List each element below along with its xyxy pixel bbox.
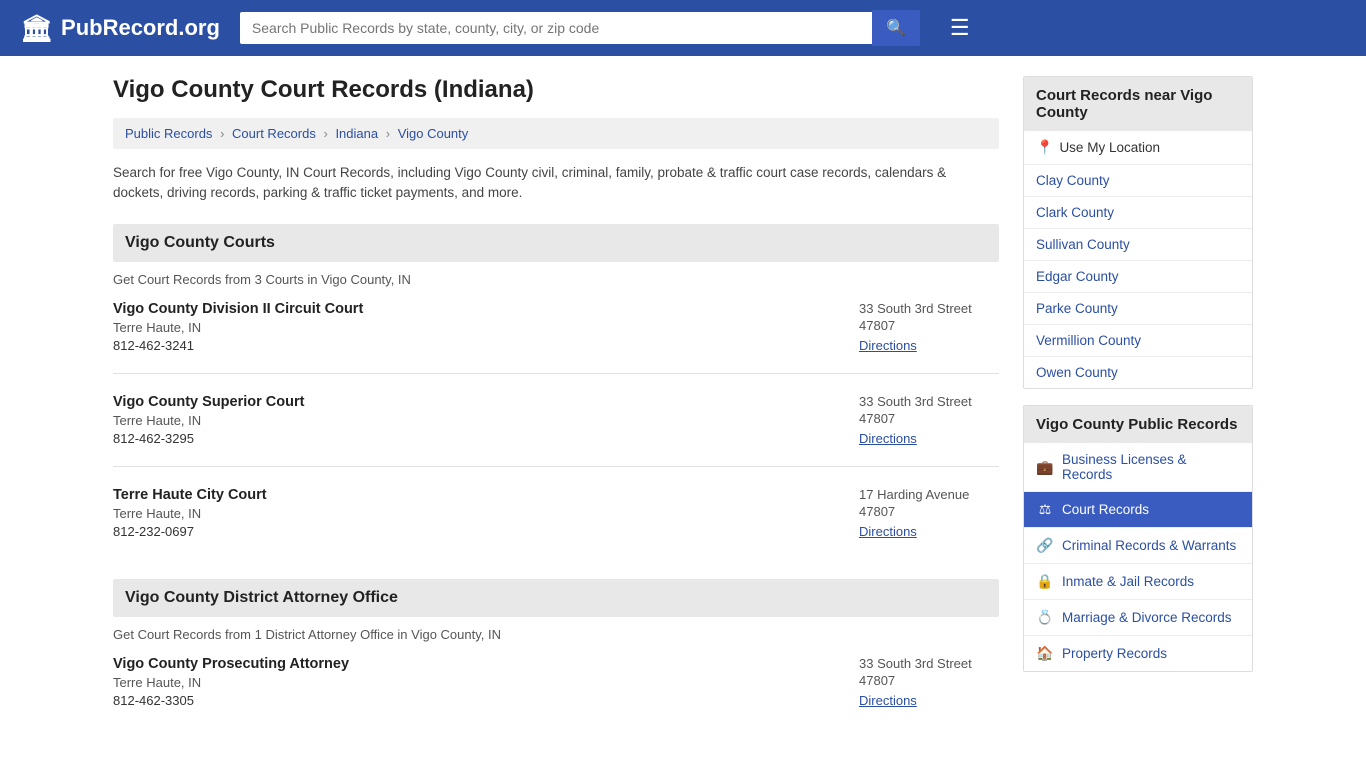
use-location-link[interactable]: 📍 Use My Location [1024,131,1252,165]
logo-text: PubRecord.org [61,15,220,41]
court-city: Terre Haute, IN [113,320,839,335]
search-icon: 🔍 [886,20,906,37]
use-location-label: Use My Location [1059,140,1160,155]
breadcrumb-sep-1: › [220,126,224,141]
pub-rec-item[interactable]: 🏠 Property Records [1024,636,1252,671]
page-title: Vigo County Court Records (Indiana) [113,76,999,104]
nearby-county-link[interactable]: Parke County [1024,293,1252,325]
pub-rec-item[interactable]: 💍 Marriage & Divorce Records [1024,600,1252,636]
breadcrumb-indiana[interactable]: Indiana [335,126,378,141]
court-phone: 812-232-0697 [113,524,839,539]
da-list: Vigo County Prosecuting Attorney Terre H… [113,656,999,728]
pub-rec-label: Property Records [1062,646,1167,661]
nearby-county-link[interactable]: Owen County [1024,357,1252,388]
court-right: 33 South 3rd Street 47807 Directions [839,301,999,353]
court-address: 33 South 3rd Street [859,394,999,409]
nearby-title: Court Records near Vigo County [1024,77,1252,131]
courts-section-desc: Get Court Records from 3 Courts in Vigo … [113,272,999,287]
directions-link[interactable]: Directions [859,338,917,353]
court-entry: Vigo County Superior Court Terre Haute, … [113,394,999,467]
court-phone: 812-462-3305 [113,693,839,708]
pub-rec-icon: 🔒 [1036,573,1054,590]
court-zip: 47807 [859,318,999,333]
court-city: Terre Haute, IN [113,506,839,521]
court-name: Terre Haute City Court [113,487,839,503]
location-icon: 📍 [1036,139,1053,156]
pub-rec-icon: 💍 [1036,609,1054,626]
court-address: 17 Harding Avenue [859,487,999,502]
court-entry: Terre Haute City Court Terre Haute, IN 8… [113,487,999,559]
pub-rec-icon: 🏠 [1036,645,1054,662]
nearby-county-link[interactable]: Clark County [1024,197,1252,229]
court-phone: 812-462-3241 [113,338,839,353]
nearby-county-link[interactable]: Vermillion County [1024,325,1252,357]
pub-rec-icon: ⚖ [1036,501,1054,518]
public-records-section: Vigo County Public Records 💼 Business Lic… [1023,405,1253,672]
pub-rec-label: Criminal Records & Warrants [1062,538,1236,553]
search-button[interactable]: 🔍 [872,10,920,46]
da-section-desc: Get Court Records from 1 District Attorn… [113,627,999,642]
court-left: Vigo County Division II Circuit Court Te… [113,301,839,353]
nearby-section: Court Records near Vigo County 📍 Use My … [1023,76,1253,389]
court-left: Terre Haute City Court Terre Haute, IN 8… [113,487,839,539]
breadcrumb-sep-2: › [323,126,327,141]
court-zip: 47807 [859,504,999,519]
menu-icon: ☰ [950,15,970,40]
pub-rec-item[interactable]: ⚖ Court Records [1024,492,1252,528]
court-name: Vigo County Division II Circuit Court [113,301,839,317]
menu-button[interactable]: ☰ [950,15,970,41]
breadcrumb-public-records[interactable]: Public Records [125,126,212,141]
logo-icon: 🏛 [20,13,53,44]
logo[interactable]: 🏛 PubRecord.org [20,13,220,44]
pub-rec-label: Inmate & Jail Records [1062,574,1194,589]
sidebar: Court Records near Vigo County 📍 Use My … [1023,76,1253,748]
breadcrumb-vigo-county[interactable]: Vigo County [398,126,469,141]
court-name: Vigo County Superior Court [113,394,839,410]
breadcrumb-sep-3: › [386,126,390,141]
court-left: Vigo County Prosecuting Attorney Terre H… [113,656,839,708]
court-right: 33 South 3rd Street 47807 Directions [839,656,999,708]
court-phone: 812-462-3295 [113,431,839,446]
public-records-title: Vigo County Public Records [1024,406,1252,443]
court-city: Terre Haute, IN [113,413,839,428]
courts-list: Vigo County Division II Circuit Court Te… [113,301,999,559]
pub-rec-item[interactable]: 💼 Business Licenses & Records [1024,443,1252,492]
public-records-list: 💼 Business Licenses & Records ⚖ Court Recor… [1024,443,1252,671]
pub-rec-item[interactable]: 🔒 Inmate & Jail Records [1024,564,1252,600]
da-section-header: Vigo County District Attorney Office [113,579,999,617]
court-zip: 47807 [859,411,999,426]
court-entry: Vigo County Prosecuting Attorney Terre H… [113,656,999,728]
nearby-county-link[interactable]: Sullivan County [1024,229,1252,261]
court-entry: Vigo County Division II Circuit Court Te… [113,301,999,374]
pub-rec-label: Business Licenses & Records [1062,452,1240,482]
directions-link[interactable]: Directions [859,524,917,539]
pub-rec-icon: 🔗 [1036,537,1054,554]
court-right: 17 Harding Avenue 47807 Directions [839,487,999,539]
court-name: Vigo County Prosecuting Attorney [113,656,839,672]
court-city: Terre Haute, IN [113,675,839,690]
nearby-county-link[interactable]: Edgar County [1024,261,1252,293]
pub-rec-item[interactable]: 🔗 Criminal Records & Warrants [1024,528,1252,564]
search-input[interactable] [240,12,872,44]
directions-link[interactable]: Directions [859,693,917,708]
court-zip: 47807 [859,673,999,688]
directions-link[interactable]: Directions [859,431,917,446]
breadcrumb: Public Records › Court Records › Indiana… [113,118,999,149]
nearby-counties-list: Clay CountyClark CountySullivan CountyEd… [1024,165,1252,388]
court-address: 33 South 3rd Street [859,656,999,671]
breadcrumb-court-records[interactable]: Court Records [232,126,316,141]
pub-rec-label: Marriage & Divorce Records [1062,610,1232,625]
pub-rec-icon: 💼 [1036,459,1054,476]
page-description: Search for free Vigo County, IN Court Re… [113,163,999,204]
court-address: 33 South 3rd Street [859,301,999,316]
court-left: Vigo County Superior Court Terre Haute, … [113,394,839,446]
pub-rec-label: Court Records [1062,502,1149,517]
search-area: 🔍 [240,10,920,46]
courts-section-header: Vigo County Courts [113,224,999,262]
nearby-county-link[interactable]: Clay County [1024,165,1252,197]
court-right: 33 South 3rd Street 47807 Directions [839,394,999,446]
main-content: Vigo County Court Records (Indiana) Publ… [113,76,999,748]
header: 🏛 PubRecord.org 🔍 ☰ [0,0,1366,56]
